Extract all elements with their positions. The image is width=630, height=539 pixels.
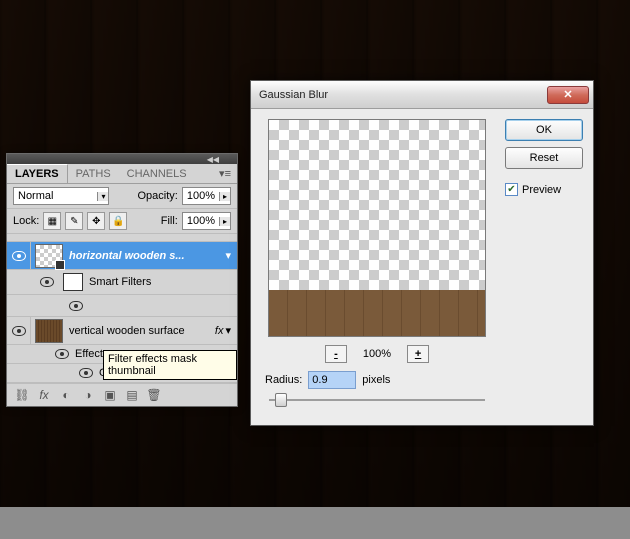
blend-mode-value: Normal <box>14 190 57 202</box>
tab-paths[interactable]: PATHS <box>68 165 119 183</box>
fill-value: 100% <box>183 215 219 227</box>
radius-label: Radius: <box>265 374 302 386</box>
panel-tabs: LAYERS PATHS CHANNELS ▾≡ <box>7 164 237 184</box>
zoom-controls: - 100% + <box>261 345 493 363</box>
lock-label: Lock: <box>13 215 39 227</box>
tab-channels[interactable]: CHANNELS <box>119 165 195 183</box>
fx-badge[interactable]: fx <box>215 325 224 337</box>
eye-icon[interactable] <box>79 368 93 378</box>
radius-unit: pixels <box>362 374 390 386</box>
zoom-out-button[interactable]: - <box>325 345 347 363</box>
collapse-icon: ◀◀ <box>207 155 219 164</box>
chevron-right-icon: ▸ <box>219 192 230 201</box>
blend-opacity-row: Normal ▾ Opacity: 100% ▸ <box>7 184 237 209</box>
layer-mask-icon[interactable]: ◐ <box>57 387 75 403</box>
opacity-value: 100% <box>183 190 219 202</box>
radius-input[interactable] <box>308 371 356 389</box>
panel-menu-icon[interactable]: ▾≡ <box>213 167 237 180</box>
filter-sub-row[interactable] <box>7 295 237 317</box>
smart-object-badge-icon <box>55 260 65 270</box>
new-layer-icon[interactable]: ▤ <box>123 387 141 403</box>
smart-filters-row[interactable]: Smart Filters <box>7 270 237 295</box>
trash-icon[interactable]: 🗑 <box>145 387 163 403</box>
group-icon[interactable]: ▣ <box>101 387 119 403</box>
expand-icon[interactable]: ▾ <box>225 249 231 262</box>
radius-row: Radius: pixels <box>265 371 489 389</box>
slider-thumb[interactable] <box>275 393 287 407</box>
smart-filters-label: Smart Filters <box>89 276 151 288</box>
blend-mode-select[interactable]: Normal ▾ <box>13 187 109 205</box>
expand-icon[interactable]: ▾ <box>225 324 231 337</box>
layer-vertical-wooden[interactable]: vertical wooden surface fx ▾ <box>7 317 237 345</box>
preview-content <box>269 290 485 336</box>
adjustment-layer-icon[interactable]: ◑ <box>79 387 97 403</box>
layer-thumbnail[interactable] <box>35 244 63 268</box>
lock-fill-row: Lock: ▦ ✎ ✥ 🔒 Fill: 100% ▸ <box>7 209 237 234</box>
opacity-input[interactable]: 100% ▸ <box>182 187 231 205</box>
eye-icon[interactable] <box>55 349 69 359</box>
lock-pixels-button[interactable]: ✎ <box>65 212 83 230</box>
layers-panel: ◀◀ LAYERS PATHS CHANNELS ▾≡ Normal ▾ Opa… <box>6 153 238 407</box>
layer-name: vertical wooden surface <box>63 325 191 337</box>
lock-transparency-button[interactable]: ▦ <box>43 212 61 230</box>
preview-label: Preview <box>522 184 561 196</box>
floor-strip <box>0 507 630 539</box>
fill-label: Fill: <box>161 215 178 227</box>
lock-all-button[interactable]: 🔒 <box>109 212 127 230</box>
panel-grip[interactable]: ◀◀ <box>7 154 237 164</box>
close-button[interactable]: ✕ <box>547 86 589 104</box>
layers-list: horizontal wooden s... ▾ Smart Filters v… <box>7 234 237 383</box>
layer-horizontal-wooden[interactable]: horizontal wooden s... ▾ <box>7 242 237 270</box>
link-layers-icon[interactable]: ⛓ <box>13 387 31 403</box>
reset-button[interactable]: Reset <box>505 147 583 169</box>
filter-mask-thumbnail[interactable] <box>63 273 83 291</box>
dialog-titlebar[interactable]: Gaussian Blur ✕ <box>251 81 593 109</box>
preview-checkbox[interactable]: ✔ <box>505 183 518 196</box>
opacity-label: Opacity: <box>137 190 177 202</box>
ok-button[interactable]: OK <box>505 119 583 141</box>
radius-slider[interactable] <box>269 399 485 401</box>
panel-footer: ⛓ fx ◐ ◑ ▣ ▤ 🗑 <box>7 383 237 406</box>
gaussian-blur-dialog: Gaussian Blur ✕ - 100% + Radius: pixels <box>250 80 594 426</box>
tooltip: Filter effects mask thumbnail <box>103 350 237 380</box>
fx-icon[interactable]: fx <box>35 387 53 403</box>
eye-icon[interactable] <box>69 301 83 311</box>
preview-box[interactable] <box>268 119 486 337</box>
fill-input[interactable]: 100% ▸ <box>182 212 231 230</box>
eye-icon[interactable] <box>12 326 26 336</box>
layer-thumbnail[interactable] <box>35 319 63 343</box>
zoom-in-button[interactable]: + <box>407 345 429 363</box>
chevron-down-icon: ▾ <box>97 192 108 201</box>
preview-checkbox-row[interactable]: ✔ Preview <box>505 183 583 196</box>
lock-position-button[interactable]: ✥ <box>87 212 105 230</box>
layer-name: horizontal wooden s... <box>63 250 191 262</box>
zoom-value: 100% <box>363 348 391 360</box>
dialog-title: Gaussian Blur <box>259 89 547 101</box>
chevron-right-icon: ▸ <box>219 217 230 226</box>
eye-icon[interactable] <box>40 277 54 287</box>
eye-icon[interactable] <box>12 251 26 261</box>
tab-layers[interactable]: LAYERS <box>7 164 68 183</box>
layer-row-collapsed[interactable] <box>7 234 237 242</box>
close-icon: ✕ <box>563 88 572 101</box>
